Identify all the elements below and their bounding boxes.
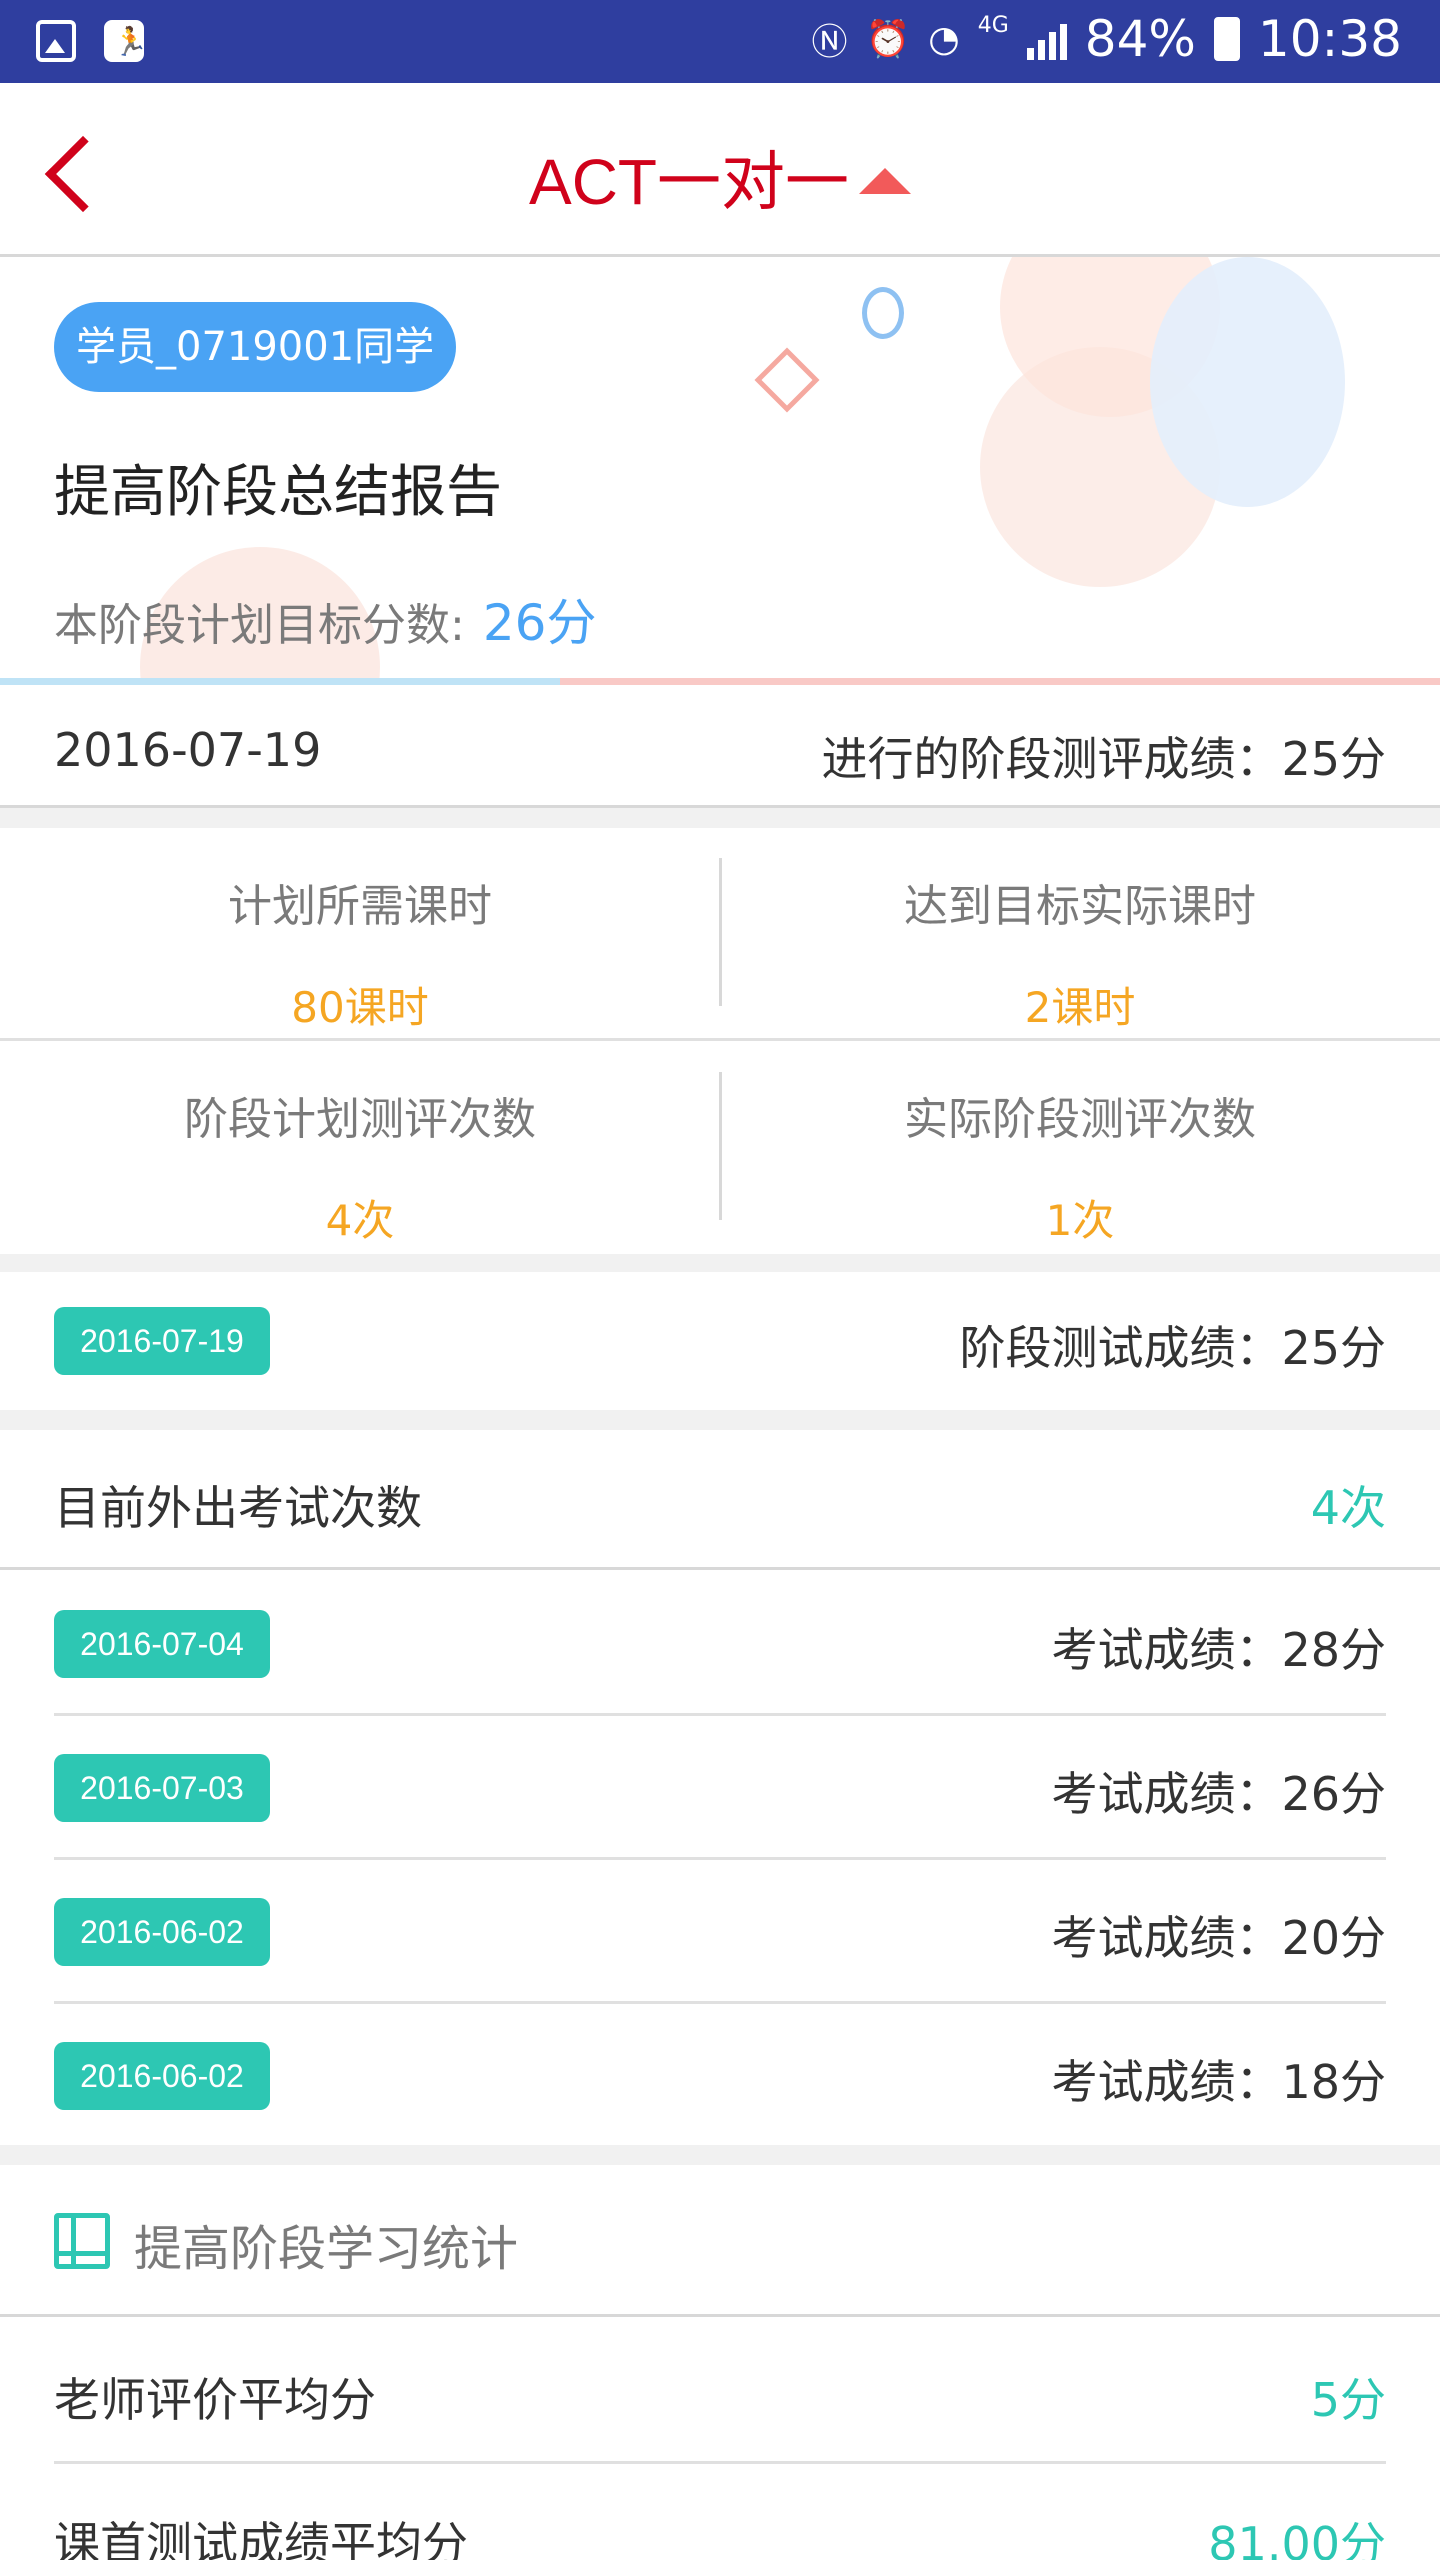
actual-tests-value: 1次: [1045, 1196, 1115, 1245]
exam-score: 考试成绩：18分: [1051, 2046, 1386, 2112]
teacher-avg-value: 5分: [1310, 2373, 1386, 2427]
learning-stats-title: 提高阶段学习统计: [134, 2221, 519, 2277]
actual-tests-cell: 实际阶段测评次数 1次: [720, 1083, 1440, 1248]
book-icon: [54, 2213, 110, 2269]
decor-ring: [862, 287, 904, 339]
assessment-row: 2016-07-19 进行的阶段测评成绩：25分: [0, 685, 1440, 808]
stage-test-score-value: 25分: [1281, 1321, 1386, 1375]
assessment-score: 进行的阶段测评成绩：25分: [821, 723, 1386, 789]
app-header: ACT一对一: [0, 83, 1440, 257]
section-gap: [0, 808, 1440, 828]
learning-stats-header: 提高阶段学习统计: [0, 2165, 1440, 2317]
exam-score: 考试成绩：20分: [1051, 1902, 1386, 1968]
planned-hours-value: 80课时: [291, 983, 429, 1032]
section-gap: [0, 1410, 1440, 1430]
target-score-value: 26分: [482, 594, 597, 652]
fitness-notification-icon: [104, 20, 148, 62]
actual-tests-label: 实际阶段测评次数: [904, 1094, 1256, 1145]
external-exams-count: 4次: [1310, 1481, 1386, 1535]
student-badge: 学员_0719001同学: [54, 302, 457, 392]
nfc-icon: Ⓝ: [811, 22, 848, 63]
target-score-label: 本阶段计划目标分数:: [54, 600, 465, 651]
decor-circle: [1150, 257, 1345, 507]
exam-score-value: 28分: [1281, 1623, 1386, 1677]
report-hero: 学员_0719001同学 提高阶段总结报告 本阶段计划目标分数: 26分: [0, 257, 1440, 685]
exam-score-value: 20分: [1281, 1911, 1386, 1965]
section-gap: [0, 1254, 1440, 1272]
target-score: 本阶段计划目标分数: 26分: [54, 583, 596, 655]
signal-icon: [1026, 18, 1067, 60]
exam-row: 2016-06-02 考试成绩：18分: [0, 2004, 1440, 2145]
wifi-icon: ◔: [928, 18, 960, 60]
divider: [560, 678, 1440, 685]
actual-hours-label: 达到目标实际课时: [904, 881, 1256, 932]
exam-score-value: 18分: [1281, 2055, 1386, 2109]
teacher-avg-label: 老师评价平均分: [54, 2373, 376, 2427]
planned-tests-label: 阶段计划测评次数: [184, 1094, 536, 1145]
section-gap: [0, 2145, 1440, 2165]
pretest-avg-value: 81.00分: [1208, 2517, 1386, 2560]
planned-tests-value: 4次: [325, 1196, 395, 1245]
status-bar: Ⓝ ⏰ ◔ 4G 84% 10:38: [0, 0, 1440, 83]
exam-score-label: 考试成绩：: [1051, 1767, 1282, 1821]
course-selector[interactable]: ACT一对一: [0, 131, 1440, 223]
caret-up-icon: [859, 168, 911, 194]
stage-test-date-tag: 2016-07-19: [54, 1307, 270, 1375]
exam-row: 2016-06-02 考试成绩：20分: [0, 1860, 1440, 2001]
exam-row: 2016-07-04 考试成绩：28分: [0, 1570, 1440, 1714]
battery-percent: 84%: [1084, 10, 1196, 68]
alarm-icon: ⏰: [865, 19, 911, 60]
exam-date-tag: 2016-07-04: [54, 1610, 270, 1678]
page-title: ACT一对一: [529, 146, 849, 218]
assessment-date: 2016-07-19: [54, 723, 322, 777]
stage-test-score: 阶段测试成绩：25分: [959, 1312, 1386, 1378]
clock: 10:38: [1257, 10, 1402, 68]
actual-hours-cell: 达到目标实际课时 2课时: [720, 870, 1440, 1035]
exam-score-label: 考试成绩：: [1051, 1623, 1282, 1677]
network-type: 4G: [977, 12, 1009, 38]
exam-row: 2016-07-03 考试成绩：26分: [0, 1716, 1440, 1857]
planned-hours-cell: 计划所需课时 80课时: [0, 870, 720, 1035]
exam-date-tag: 2016-07-03: [54, 1754, 270, 1822]
report-title: 提高阶段总结报告: [54, 460, 502, 525]
pretest-avg-row: 课首测试成绩平均分 81.00分: [0, 2464, 1440, 2560]
external-exams-label: 目前外出考试次数: [54, 1481, 422, 1535]
stage-test-row: 2016-07-19 阶段测试成绩：25分: [0, 1272, 1440, 1410]
planned-tests-cell: 阶段计划测评次数 4次: [0, 1083, 720, 1248]
exam-score-label: 考试成绩：: [1051, 1911, 1282, 1965]
external-exams-header: 目前外出考试次数 4次: [0, 1430, 1440, 1570]
battery-icon: [1213, 17, 1240, 61]
decor-diamond: [754, 347, 820, 413]
divider: [0, 678, 560, 685]
gallery-notification-icon: [36, 20, 76, 62]
exam-score-label: 考试成绩：: [1051, 2055, 1282, 2109]
teacher-avg-row: 老师评价平均分 5分: [0, 2320, 1440, 2461]
exam-score: 考试成绩：26分: [1051, 1758, 1386, 1824]
pretest-avg-label: 课首测试成绩平均分: [54, 2517, 468, 2560]
stats-grid: 计划所需课时 80课时 达到目标实际课时 2课时 阶段计划测评次数 4次 实际阶…: [0, 828, 1440, 1254]
exam-date-tag: 2016-06-02: [54, 1898, 270, 1966]
stage-test-score-label: 阶段测试成绩：: [959, 1321, 1282, 1375]
exam-score-value: 26分: [1281, 1767, 1386, 1821]
divider: [0, 1038, 1440, 1041]
planned-hours-label: 计划所需课时: [228, 881, 492, 932]
exam-date-tag: 2016-06-02: [54, 2042, 270, 2110]
actual-hours-value: 2课时: [1024, 983, 1136, 1032]
exam-score: 考试成绩：28分: [1051, 1614, 1386, 1680]
assessment-score-label: 进行的阶段测评成绩：: [821, 732, 1282, 786]
assessment-score-value: 25分: [1281, 732, 1386, 786]
